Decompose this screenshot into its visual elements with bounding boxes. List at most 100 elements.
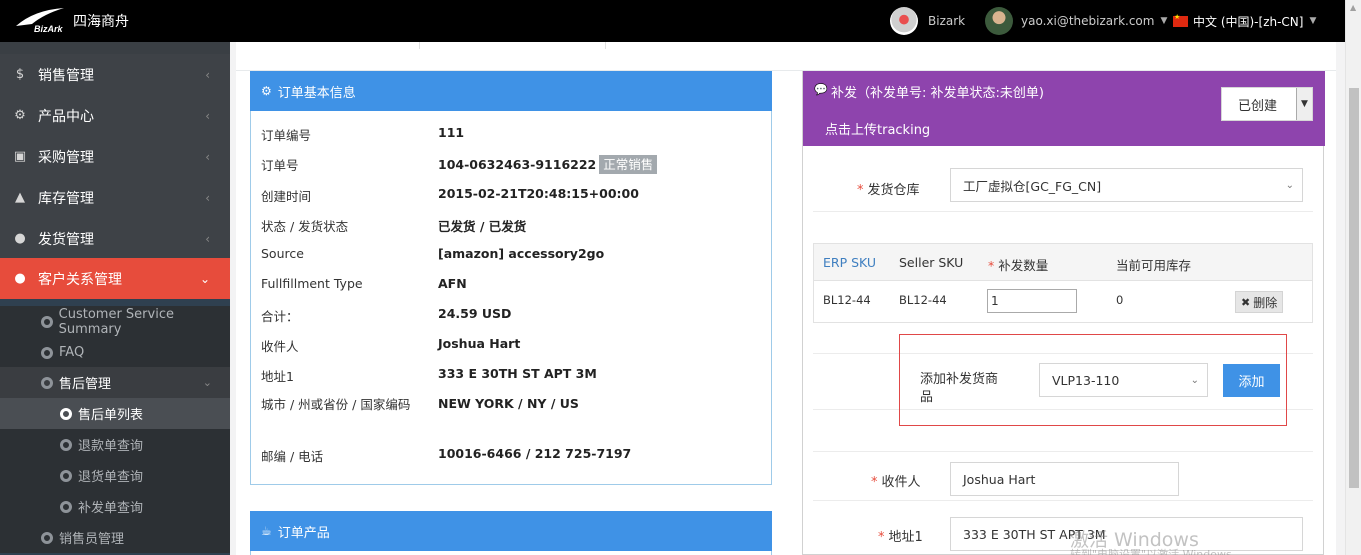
dollar-icon: $ xyxy=(15,67,25,82)
android-icon: ▲ xyxy=(15,190,25,205)
china-flag-icon xyxy=(1173,13,1188,27)
sidebar-sub-aftersale-list[interactable]: 售后单列表 xyxy=(0,398,230,429)
vertical-scrollbar[interactable]: ▲ xyxy=(1345,0,1361,555)
info-label: 状态 / 发货状态 xyxy=(261,219,349,234)
sidebar-sub-label: 补发单查询 xyxy=(78,501,144,516)
cube-icon: ▣ xyxy=(13,149,27,164)
user-menu[interactable]: yao.xi@thebizark.com ▼ xyxy=(985,0,1167,42)
sidebar-item-shipping[interactable]: ● 发货管理 ‹ xyxy=(0,218,230,259)
info-value: 已发货 / 已发货 xyxy=(438,219,527,234)
add-item-label: 添加补发货商品 xyxy=(920,372,999,405)
info-label: 创建时间 xyxy=(261,189,312,204)
order-number: 104-0632463-9116222 xyxy=(438,157,597,172)
th-qty: * 补发数量 xyxy=(988,258,1049,273)
scroll-up-arrow-icon[interactable]: ▲ xyxy=(1350,3,1356,12)
info-value: [amazon] accessory2go xyxy=(438,246,605,261)
sidebar-item-label: 销售管理 xyxy=(38,67,94,84)
company-name: Bizark xyxy=(928,14,966,28)
page-body: ⚙ 订单基本信息 订单编号 111 订单号 104-0632463-911622… xyxy=(236,71,1336,555)
order-products-header: ☕ 订单产品 xyxy=(250,511,772,551)
circle-o-icon xyxy=(41,315,53,328)
sidebar-sub-return-query[interactable]: 退货单查询 xyxy=(0,460,230,491)
sidebar-sub-salesperson[interactable]: 销售员管理 xyxy=(0,522,230,553)
sidebar-item-crm[interactable]: ● 客户关系管理 ⌄ xyxy=(0,258,230,299)
reship-header: 💬 补发（补发单号: 补发单状态:未创单) 点击上传tracking 已创建 ▼ xyxy=(803,71,1325,146)
comments-icon: 💬 xyxy=(814,83,828,96)
upload-tracking-link[interactable]: 点击上传tracking xyxy=(825,119,930,138)
panel-title: 订单基本信息 xyxy=(277,85,356,101)
chevron-left-icon: ‹ xyxy=(205,149,210,164)
chevron-down-icon: ⌄ xyxy=(1190,374,1199,386)
reship-panel: 💬 补发（补发单号: 补发单状态:未创单) 点击上传tracking 已创建 ▼… xyxy=(802,71,1325,555)
info-value: Joshua Hart xyxy=(438,336,521,351)
sidebar-item-label: 客户关系管理 xyxy=(38,271,122,288)
sidebar-sub-label: 销售员管理 xyxy=(59,532,125,547)
sidebar-sub-faq[interactable]: FAQ xyxy=(0,337,230,368)
scrollbar-thumb[interactable] xyxy=(1349,88,1359,488)
sidebar-item-label: 发货管理 xyxy=(38,231,94,248)
chevron-down-icon: ▼ xyxy=(1309,16,1317,26)
info-label: Fullfillment Type xyxy=(261,276,363,291)
erp-sku-cell: BL12-44 xyxy=(823,293,871,307)
info-value: AFN xyxy=(438,276,467,291)
info-value: NEW YORK / NY / US xyxy=(438,396,579,411)
add-item-select[interactable]: VLP13-110 ⌄ xyxy=(1039,363,1208,397)
reship-status-select[interactable]: 已创建 ▼ xyxy=(1221,87,1313,121)
address-label: * 地址1 xyxy=(878,530,923,545)
sidebar-sub-reship-query[interactable]: 补发单查询 xyxy=(0,491,230,522)
warehouse-select[interactable]: 工厂虚拟仓[GC_FG_CN] ⌄ xyxy=(950,168,1303,202)
sidebar-item-inventory[interactable]: ▲ 库存管理 ‹ xyxy=(0,177,230,218)
sidebar-sub-refund-query[interactable]: 退款单查询 xyxy=(0,429,230,460)
circle-o-icon xyxy=(41,531,53,544)
sidebar-sub-label: 售后单列表 xyxy=(78,408,144,423)
top-navbar: BizArk 四海商舟 Bizark yao.xi@thebizark.com … xyxy=(0,0,1345,42)
delete-button[interactable]: ✖ 删除 xyxy=(1235,291,1284,313)
sidebar-item-label: 采购管理 xyxy=(38,149,94,166)
sidebar-item-products[interactable]: ⚙ 产品中心 ‹ xyxy=(0,95,230,136)
sidebar-item-purchasing[interactable]: ▣ 采购管理 ‹ xyxy=(0,136,230,177)
chevron-left-icon: ‹ xyxy=(205,190,210,205)
windows-activation-hint: 转到"电脑设置"以激活 Windows。 xyxy=(1070,548,1243,555)
sale-type-badge: 正常销售 xyxy=(599,155,658,174)
chevron-down-icon: ⌄ xyxy=(1285,179,1294,191)
stock-cell: 0 xyxy=(1116,293,1124,307)
sidebar-item-sales[interactable]: $ 销售管理 ‹ xyxy=(0,54,230,95)
info-label: 订单编号 xyxy=(261,128,312,143)
bizark-logo[interactable]: BizArk xyxy=(14,6,70,34)
circle-o-icon xyxy=(60,438,72,451)
info-value: 104-0632463-9116222 正常销售 xyxy=(438,154,658,174)
chevron-down-icon: ⌄ xyxy=(202,376,212,389)
circle-o-icon xyxy=(41,376,53,389)
language-label: 中文 (中国)-[zh-CN] xyxy=(1193,14,1304,29)
user-email: yao.xi@thebizark.com xyxy=(1021,14,1155,28)
company-menu[interactable]: Bizark xyxy=(890,0,965,42)
sidebar-sub-label: 退货单查询 xyxy=(78,470,144,485)
info-label: 邮编 / 电话 xyxy=(261,449,324,464)
circle-o-icon xyxy=(60,469,72,482)
recipient-input[interactable]: Joshua Hart xyxy=(950,462,1179,496)
seller-sku-cell: BL12-44 xyxy=(899,293,947,307)
language-menu[interactable]: 中文 (中国)-[zh-CN] ▼ xyxy=(1173,0,1316,42)
sidebar-sub-cs-summary[interactable]: Customer Service Summary xyxy=(0,306,230,337)
sidebar-item-label: 库存管理 xyxy=(38,190,94,207)
sidebar-sub-label: 售后管理 xyxy=(59,377,112,392)
delete-label: 删除 xyxy=(1253,295,1278,310)
table-row: BL12-44 BL12-44 1 0 ✖ 删除 xyxy=(813,281,1313,323)
chevron-down-icon: ▼ xyxy=(1296,88,1312,120)
select-value: 已创建 xyxy=(1238,98,1278,114)
sidebar-sub-label: Customer Service Summary xyxy=(58,306,174,337)
sidebar-sub-aftersale[interactable]: 售后管理 ⌄ xyxy=(0,367,230,398)
sidebar-item-label: 产品中心 xyxy=(38,108,94,125)
order-info-body: 订单编号 111 订单号 104-0632463-9116222 正常销售 创建时… xyxy=(250,111,772,485)
circle-icon: ● xyxy=(14,271,26,286)
circle-o-icon xyxy=(41,346,53,359)
company-avatar xyxy=(890,7,918,35)
circle-icon: ● xyxy=(14,231,26,246)
circle-o-icon xyxy=(60,500,72,513)
qty-input[interactable]: 1 xyxy=(987,289,1077,313)
info-value: 111 xyxy=(438,125,465,140)
chevron-left-icon: ‹ xyxy=(205,108,210,123)
reship-title: 补发（补发单号: 补发单状态:未创单) xyxy=(831,86,1044,101)
add-button[interactable]: 添加 xyxy=(1223,364,1280,397)
info-value: 10016-6466 / 212 725-7197 xyxy=(438,446,632,461)
